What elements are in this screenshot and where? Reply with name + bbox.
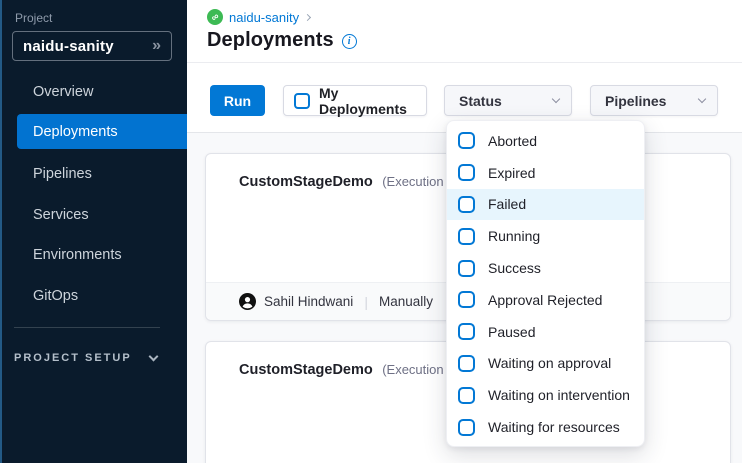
my-deployments-label: My Deployments <box>319 85 426 117</box>
app-window: Project naidu-sanity » Overview Deployme… <box>0 0 742 463</box>
sidebar-item-label: Deployments <box>33 124 118 140</box>
project-label: Project <box>15 11 52 25</box>
page-title: Deployments <box>207 29 334 52</box>
sidebar-divider <box>14 327 160 328</box>
double-chevron-icon[interactable]: » <box>152 37 161 55</box>
status-option-failed[interactable]: Failed <box>447 189 644 221</box>
my-deployments-checkbox[interactable] <box>294 93 310 109</box>
sidebar-item-deployments[interactable]: Deployments <box>17 114 187 149</box>
sidebar-item-gitops[interactable]: GitOps <box>0 279 187 313</box>
page-header: ∞ naidu-sanity Deployments i <box>187 0 742 62</box>
status-option-checkbox[interactable] <box>458 291 475 308</box>
status-option-label: Waiting for resources <box>488 419 620 435</box>
status-option-label: Waiting on approval <box>488 355 611 371</box>
status-option-label: Paused <box>488 324 535 340</box>
status-option-expired[interactable]: Expired <box>447 157 644 189</box>
sidebar-item-overview[interactable]: Overview <box>0 75 187 109</box>
status-option-approval-rejected[interactable]: Approval Rejected <box>447 284 644 316</box>
status-option-label: Expired <box>488 165 535 181</box>
sidebar-item-label: Pipelines <box>33 166 92 182</box>
sidebar-item-label: GitOps <box>33 288 78 304</box>
sidebar-item-label: Overview <box>33 84 93 100</box>
trigger-type-label: Manually <box>379 294 433 309</box>
status-option-checkbox[interactable] <box>458 196 475 213</box>
triggered-by-name: Sahil Hindwani <box>264 294 353 309</box>
project-setup-label: PROJECT SETUP <box>14 352 132 364</box>
user-avatar-icon <box>239 293 256 310</box>
status-filter-menu: Aborted Expired Failed Running Success A… <box>446 120 645 447</box>
chevron-down-icon <box>148 351 158 361</box>
status-filter-dropdown[interactable]: Status <box>444 85 572 116</box>
pipeline-name: CustomStageDemo <box>239 174 373 190</box>
status-option-checkbox[interactable] <box>458 419 475 436</box>
project-selector-value: naidu-sanity <box>23 38 152 55</box>
title-row: Deployments i <box>207 29 357 52</box>
status-filter-label: Status <box>459 93 502 109</box>
sidebar-item-label: Services <box>33 207 89 223</box>
my-deployments-toggle[interactable]: My Deployments <box>283 85 427 116</box>
status-option-label: Success <box>488 260 541 276</box>
project-setup-toggle[interactable]: PROJECT SETUP <box>14 349 174 367</box>
pipelines-filter-label: Pipelines <box>605 93 666 109</box>
status-option-checkbox[interactable] <box>458 355 475 372</box>
footer-separator: | <box>361 294 371 310</box>
status-option-checkbox[interactable] <box>458 228 475 245</box>
chevron-right-icon <box>304 14 311 21</box>
sidebar-item-services[interactable]: Services <box>0 198 187 232</box>
pipeline-name: CustomStageDemo <box>239 362 373 378</box>
status-option-label: Running <box>488 228 540 244</box>
status-option-paused[interactable]: Paused <box>447 316 644 348</box>
project-selector[interactable]: naidu-sanity » <box>12 31 172 61</box>
status-option-aborted[interactable]: Aborted <box>447 125 644 157</box>
status-option-waiting-on-approval[interactable]: Waiting on approval <box>447 348 644 380</box>
status-option-checkbox[interactable] <box>458 387 475 404</box>
sidebar-item-environments[interactable]: Environments <box>0 238 187 272</box>
breadcrumb-project-link[interactable]: naidu-sanity <box>229 10 299 25</box>
sidebar-item-label: Environments <box>33 247 122 263</box>
status-option-label: Failed <box>488 196 526 212</box>
pipelines-filter-dropdown[interactable]: Pipelines <box>590 85 718 116</box>
status-option-checkbox[interactable] <box>458 260 475 277</box>
breadcrumb: ∞ naidu-sanity <box>207 9 310 25</box>
chevron-down-icon <box>552 95 560 103</box>
status-option-checkbox[interactable] <box>458 132 475 149</box>
chevron-down-icon <box>698 95 706 103</box>
run-button[interactable]: Run <box>210 85 265 116</box>
status-option-waiting-on-intervention[interactable]: Waiting on intervention <box>447 379 644 411</box>
status-option-label: Approval Rejected <box>488 292 602 308</box>
cd-module-icon: ∞ <box>207 9 223 25</box>
status-option-checkbox[interactable] <box>458 164 475 181</box>
status-option-running[interactable]: Running <box>447 220 644 252</box>
status-option-checkbox[interactable] <box>458 323 475 340</box>
status-option-label: Aborted <box>488 133 537 149</box>
status-option-label: Waiting on intervention <box>488 387 630 403</box>
sidebar: Project naidu-sanity » Overview Deployme… <box>0 0 187 463</box>
info-icon[interactable]: i <box>342 34 357 49</box>
status-option-success[interactable]: Success <box>447 252 644 284</box>
sidebar-item-pipelines[interactable]: Pipelines <box>0 157 187 191</box>
status-option-waiting-for-resources[interactable]: Waiting for resources <box>447 411 644 443</box>
